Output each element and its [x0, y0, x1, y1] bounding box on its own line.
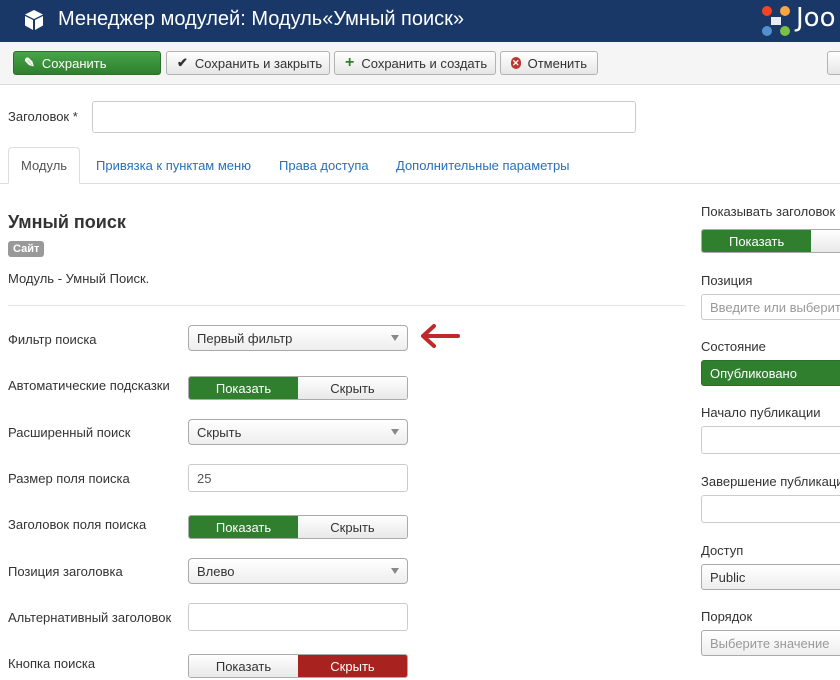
search-button-toggle: Показать Скрыть [188, 654, 408, 678]
page-title: Менеджер модулей: Модуль«Умный поиск» [58, 8, 465, 30]
title-input[interactable] [92, 101, 636, 133]
chevron-down-icon [391, 429, 399, 435]
save-new-button-label: Сохранить и создать [361, 55, 488, 71]
joomla-logo-icon [762, 6, 790, 36]
tab-module[interactable]: Модуль [8, 147, 81, 184]
search-button-hide[interactable]: Скрыть [298, 655, 407, 677]
search-filter-label: Фильтр поиска [8, 332, 97, 347]
alt-label-label: Альтернативный заголовок [8, 610, 172, 625]
app-header: Менеджер модулей: Модуль«Умный поиск» Jo… [0, 0, 840, 42]
ordering-select[interactable]: Выберите значение [701, 630, 840, 656]
publish-up-input[interactable] [701, 426, 840, 454]
save-new-button[interactable]: + Сохранить и создать [334, 51, 496, 75]
auto-suggest-label: Автоматические подсказки [8, 378, 170, 393]
search-button-label: Кнопка поиска [8, 656, 96, 671]
plus-icon: + [345, 54, 355, 71]
edit-icon: ✎ [24, 55, 35, 70]
check-icon: ✔ [177, 55, 188, 70]
ordering-label: Порядок [701, 609, 753, 624]
field-label-show[interactable]: Показать [189, 516, 298, 538]
publish-up-label: Начало публикации [701, 405, 821, 420]
field-size-label: Размер поля поиска [8, 471, 130, 486]
label-position-label: Позиция заголовка [8, 564, 123, 579]
logo-text: Joo [796, 3, 836, 33]
module-heading: Умный поиск [8, 212, 126, 232]
access-select[interactable]: Public [701, 564, 840, 590]
show-title-label: Показывать заголовок [701, 204, 836, 219]
module-description: Модуль - Умный Поиск. [8, 271, 150, 286]
save-close-button-label: Сохранить и закрыть [194, 55, 323, 71]
red-arrow-icon [421, 324, 460, 348]
field-size-input[interactable]: 25 [188, 464, 408, 492]
publish-down-input[interactable] [701, 495, 840, 523]
advanced-search-label: Расширенный поиск [8, 425, 131, 440]
auto-suggest-show[interactable]: Показать [189, 377, 298, 399]
chevron-down-icon [391, 335, 399, 341]
status-select[interactable]: Опубликовано [701, 360, 840, 386]
help-button[interactable] [827, 51, 840, 75]
cancel-icon: ✕ [511, 57, 521, 69]
save-button[interactable]: ✎ Сохранить [13, 51, 161, 75]
auto-suggest-toggle: Показать Скрыть [188, 376, 408, 400]
show-title-show[interactable]: Показать [702, 230, 812, 252]
tab-permissions[interactable]: Права доступа [267, 147, 381, 183]
tab-bar: Модуль Привязка к пунктам меню Права дос… [0, 147, 840, 184]
field-label-toggle: Показать Скрыть [188, 515, 408, 539]
divider [8, 305, 685, 306]
label-position-select[interactable]: Влево [188, 558, 408, 584]
site-badge: Сайт [8, 241, 45, 257]
access-label: Доступ [701, 543, 744, 558]
auto-suggest-hide[interactable]: Скрыть [298, 377, 407, 399]
position-input[interactable]: Введите или выберите [701, 294, 840, 320]
publish-down-label: Завершение публикации [701, 474, 840, 489]
status-label: Состояние [701, 339, 766, 354]
title-label: Заголовок * [8, 109, 78, 124]
field-label-label: Заголовок поля поиска [8, 517, 147, 532]
save-button-label: Сохранить [41, 55, 107, 71]
chevron-down-icon [391, 568, 399, 574]
cube-icon [25, 10, 43, 30]
advanced-search-value: Скрыть [197, 424, 242, 440]
position-label: Позиция [701, 273, 753, 288]
advanced-search-select[interactable]: Скрыть [188, 419, 408, 445]
label-position-value: Влево [197, 563, 235, 579]
tab-advanced[interactable]: Дополнительные параметры [384, 147, 582, 183]
cancel-button[interactable]: ✕ Отменить [500, 51, 598, 75]
toolbar: ✎ Сохранить ✔ Сохранить и закрыть + Сохр… [0, 42, 840, 85]
search-filter-select[interactable]: Первый фильтр [188, 325, 408, 351]
tab-menu-assignment[interactable]: Привязка к пунктам меню [84, 147, 263, 183]
show-title-toggle: Показать [701, 229, 840, 253]
search-filter-value: Первый фильтр [197, 330, 293, 346]
show-title-hide[interactable] [811, 230, 840, 252]
field-label-hide[interactable]: Скрыть [298, 516, 407, 538]
alt-label-input[interactable] [188, 603, 408, 631]
cancel-button-label: Отменить [527, 55, 587, 71]
search-button-show[interactable]: Показать [189, 655, 298, 677]
save-close-button[interactable]: ✔ Сохранить и закрыть [166, 51, 330, 75]
